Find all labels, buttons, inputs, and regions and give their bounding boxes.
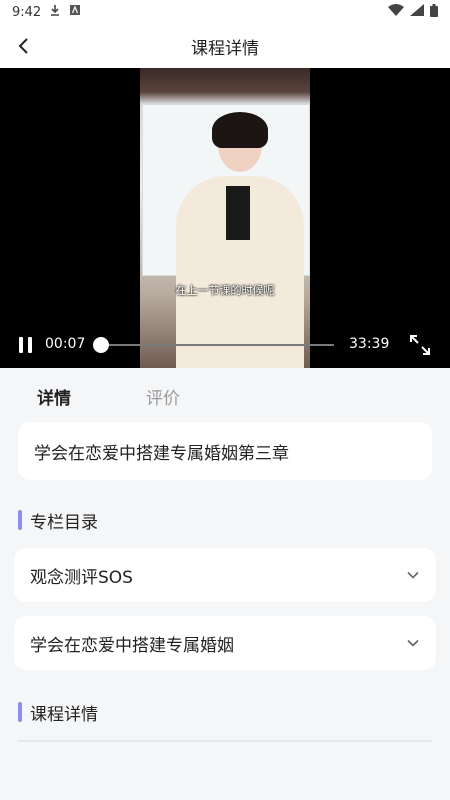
video-subtitle: 在上一节课的时候呢 <box>175 284 275 297</box>
catalog-item-label: 观念测评SOS <box>30 567 133 588</box>
details-heading: 课程详情 <box>18 700 98 725</box>
wifi-icon <box>388 4 404 20</box>
catalog-heading: 专栏目录 <box>18 508 98 533</box>
presenter-shirt <box>226 186 250 240</box>
catalog-item-label: 学会在恋爱中搭建专属婚姻 <box>30 635 234 656</box>
total-time: 33:39 <box>349 336 390 352</box>
course-title: 学会在恋爱中搭建专属婚姻第三章 <box>34 443 289 464</box>
catalog-heading-label: 专栏目录 <box>30 512 98 533</box>
page-title: 课程详情 <box>191 38 259 59</box>
video-player[interactable]: 在上一节课的时候呢 00:07 33:39 <box>0 68 450 368</box>
app-bar: 课程详情 <box>0 24 450 68</box>
chevron-down-icon <box>407 639 419 647</box>
divider <box>18 740 432 742</box>
video-frame: 在上一节课的时候呢 <box>140 68 310 368</box>
catalog-item[interactable]: 学会在恋爱中搭建专属婚姻 <box>14 616 436 670</box>
battery-icon <box>430 3 438 21</box>
seek-bar[interactable] <box>92 337 334 353</box>
current-time: 00:07 <box>45 336 86 352</box>
status-right <box>388 3 438 21</box>
back-button[interactable] <box>8 30 40 62</box>
catalog-item[interactable]: 观念测评SOS <box>14 548 436 602</box>
chevron-left-icon <box>18 38 28 54</box>
section-accent-bar <box>18 510 22 530</box>
details-heading-label: 课程详情 <box>30 704 98 725</box>
pause-button[interactable] <box>16 335 36 355</box>
section-accent-bar <box>18 702 22 722</box>
video-controls: 00:07 33:39 <box>0 330 450 360</box>
status-left: 9:42 <box>12 4 81 20</box>
tab-reviews[interactable]: 评价 <box>146 384 180 409</box>
status-bar: 9:42 <box>0 0 450 24</box>
signal-icon <box>410 4 424 20</box>
presenter-hair <box>212 112 268 148</box>
pause-icon <box>19 337 23 353</box>
download-icon <box>49 4 61 20</box>
tab-details[interactable]: 详情 <box>37 384 71 409</box>
fullscreen-button[interactable] <box>408 333 432 357</box>
app-notification-icon <box>69 4 81 20</box>
course-title-card: 学会在恋爱中搭建专属婚姻第三章 <box>18 422 432 480</box>
detail-tabs: 详情 评价 <box>0 376 450 416</box>
chevron-down-icon <box>407 571 419 579</box>
fullscreen-icon <box>410 335 430 355</box>
seek-handle[interactable] <box>92 337 109 353</box>
status-time: 9:42 <box>12 4 42 20</box>
